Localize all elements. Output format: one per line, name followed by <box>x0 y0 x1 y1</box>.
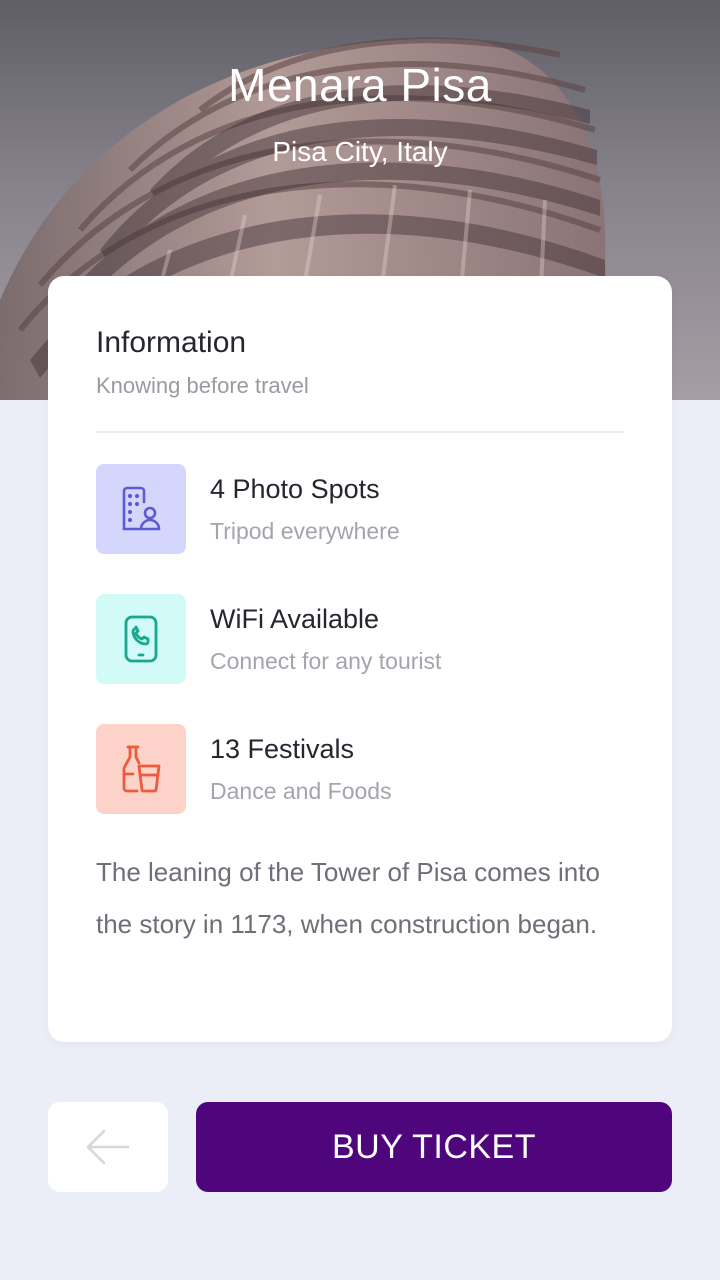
feature-title: WiFi Available <box>210 604 380 634</box>
feature-description: Connect for any tourist <box>210 648 442 674</box>
back-button[interactable] <box>48 1102 168 1192</box>
building-user-icon <box>96 464 186 554</box>
card-title: Information <box>96 326 247 359</box>
card-subtitle: Knowing before travel <box>96 373 309 398</box>
place-description: The leaning of the Tower of Pisa comes i… <box>96 857 600 939</box>
feature-description: Tripod everywhere <box>210 518 400 544</box>
bottle-cup-icon <box>96 724 186 814</box>
information-card: Information Knowing before travel 4 Phot… <box>48 276 672 1042</box>
arrow-left-icon <box>86 1129 130 1165</box>
phone-call-icon <box>96 594 186 684</box>
feature-photo-spots: 4 Photo Spots Tripod everywhere <box>96 464 624 554</box>
place-location: Pisa City, Italy <box>272 136 448 167</box>
feature-festivals: 13 Festivals Dance and Foods <box>96 724 624 814</box>
feature-wifi: WiFi Available Connect for any tourist <box>96 594 624 684</box>
feature-title: 13 Festivals <box>210 734 355 764</box>
buy-ticket-button[interactable]: BUY TICKET <box>196 1102 672 1192</box>
feature-title: 4 Photo Spots <box>210 474 380 504</box>
divider <box>96 431 624 433</box>
place-title: Menara Pisa <box>228 59 492 111</box>
feature-description: Dance and Foods <box>210 778 392 804</box>
